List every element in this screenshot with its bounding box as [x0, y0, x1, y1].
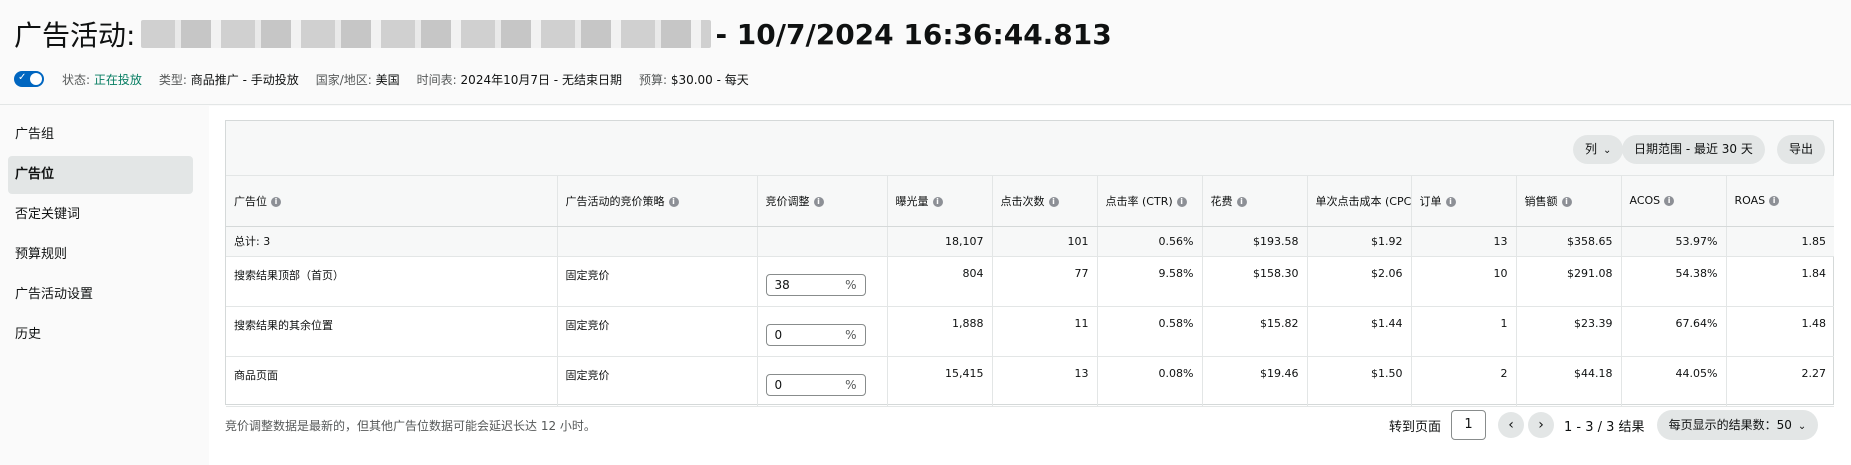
total-row: 总计: 3 18,107 101 0.56% $193.58 $1.92 13 … [226, 226, 1834, 257]
info-icon[interactable]: i [271, 196, 281, 207]
bid-strategy: 固定竞价 [557, 356, 758, 407]
table-toolbar: 列 ⌄ 日期范围 - 最近 30 天 导出 [226, 121, 1833, 176]
header-strategy[interactable]: 广告活动的竞价策略 i [557, 176, 758, 227]
total-acos: 53.97% [1621, 226, 1727, 257]
title-prefix: 广告活动: [14, 19, 136, 52]
total-impressions: 18,107 [887, 226, 993, 257]
total-ctr: 0.56% [1097, 226, 1203, 257]
table-row: 搜索结果的其余位置 固定竞价 0% 1,888 11 0.58% $15.82 … [226, 306, 1834, 357]
sidebar: 广告组 广告位 否定关键词 预算规则 广告活动设置 历史 [0, 106, 208, 465]
header-sales[interactable]: 销售额 i [1516, 176, 1622, 227]
total-orders: 13 [1411, 226, 1517, 257]
campaign-status-toggle[interactable]: ✓ [14, 71, 44, 87]
header-spend[interactable]: 花费 i [1202, 176, 1308, 227]
check-icon: ✓ [18, 72, 27, 83]
date-range-button[interactable]: 日期范围 - 最近 30 天 [1622, 135, 1765, 164]
table-row: 搜索结果顶部（首页） 固定竞价 38% 804 77 9.58% $158.30… [226, 256, 1834, 307]
main-content: 列 ⌄ 日期范围 - 最近 30 天 导出 广告位 i 广告活动的竞价策略 i 竞价调… [209, 106, 1851, 465]
total-roas: 1.85 [1726, 226, 1834, 257]
goto-page-label: 转到页面 [1389, 419, 1442, 435]
info-icon[interactable]: i [1048, 196, 1059, 207]
results-range: 1 - 3 / 3 结果 [1564, 419, 1645, 435]
placements-table: 广告位 i 广告活动的竞价策略 i 竞价调整 i 曝光量 i 点击次数 i 点击率 (CT… [226, 176, 1834, 407]
type-meta: 类型: 商品推广 - 手动投放 [158, 72, 299, 87]
header-impressions[interactable]: 曝光量 i [887, 176, 993, 227]
bid-strategy: 固定竞价 [557, 256, 758, 307]
header-placement[interactable]: 广告位 i [226, 176, 558, 227]
header-clicks[interactable]: 点击次数 i [992, 176, 1098, 227]
chevron-left-icon[interactable]: ‹ [1498, 412, 1525, 438]
columns-button[interactable]: 列 ⌄ [1573, 135, 1624, 164]
status-meta: 状态: 正在投放 [62, 72, 142, 87]
header-roas[interactable]: ROAS i [1726, 176, 1834, 227]
placement-name: 搜索结果顶部（首页） [226, 256, 558, 307]
sidebar-item-negative-keywords[interactable]: 否定关键词 [8, 196, 193, 234]
total-spend: $193.58 [1202, 226, 1308, 257]
info-icon[interactable]: i [1561, 196, 1572, 207]
header-orders[interactable]: 订单 i [1411, 176, 1517, 227]
info-icon[interactable]: i [1236, 196, 1247, 207]
sidebar-item-placements[interactable]: 广告位 [8, 156, 193, 194]
country-meta: 国家/地区: 美国 [315, 72, 400, 87]
export-button[interactable]: 导出 [1777, 135, 1826, 164]
total-sales: $358.65 [1516, 226, 1622, 257]
header-bid-adjust[interactable]: 竞价调整 i [757, 176, 888, 227]
table-row: 商品页面 固定竞价 0% 15,415 13 0.08% $19.46 $1.5… [226, 356, 1834, 407]
per-page-select[interactable]: 每页显示的结果数：50 ⌄ [1656, 410, 1819, 440]
campaign-meta: ✓ 状态: 正在投放 类型: 商品推广 - 手动投放 国家/地区: 美国 时间表… [14, 69, 766, 89]
info-icon[interactable]: i [813, 196, 824, 207]
header-ctr[interactable]: 点击率 (CTR) i [1097, 176, 1203, 227]
page-title: 广告活动: - 10/7/2024 16:36:44.813 [14, 14, 1112, 54]
bid-adjust-input[interactable]: 0% [765, 323, 866, 346]
sidebar-item-campaign-settings[interactable]: 广告活动设置 [8, 276, 193, 314]
table-header-row: 广告位 i 广告活动的竞价策略 i 竞价调整 i 曝光量 i 点击次数 i 点击率 (CT… [226, 176, 1834, 227]
sidebar-item-ad-groups[interactable]: 广告组 [8, 116, 193, 154]
header-cpc[interactable]: 单次点击成本 (CPC) [1307, 176, 1412, 227]
chevron-down-icon: ⌄ [1797, 421, 1807, 432]
status-badge: 正在投放 [93, 72, 142, 87]
header-acos[interactable]: ACOS i [1621, 176, 1727, 227]
bid-strategy: 固定竞价 [557, 306, 758, 357]
sidebar-item-history[interactable]: 历史 [8, 316, 193, 354]
placement-name: 商品页面 [226, 356, 558, 407]
schedule-meta: 时间表: 2024年10月7日 - 无结束日期 [416, 72, 622, 87]
info-icon[interactable]: i [1445, 196, 1456, 207]
total-clicks: 101 [992, 226, 1098, 257]
placements-table-card: 列 ⌄ 日期范围 - 最近 30 天 导出 广告位 i 广告活动的竞价策略 i 竞价调… [225, 120, 1834, 407]
chevron-right-icon[interactable]: › [1528, 412, 1555, 438]
info-icon[interactable]: i [1769, 196, 1780, 207]
page-number-input[interactable]: 1 [1451, 410, 1487, 440]
budget-meta: 预算: $30.00 - 每天 [638, 72, 749, 87]
redacted-campaign-name [141, 20, 712, 48]
bid-adjust-input[interactable]: 0% [765, 373, 866, 396]
bid-adjust-input[interactable]: 38% [765, 273, 866, 296]
pagination: 转到页面 1 ‹ › 1 - 3 / 3 结果 每页显示的结果数：50 ⌄ [1389, 409, 1819, 441]
info-icon[interactable]: i [1664, 196, 1675, 207]
chevron-down-icon: ⌄ [1603, 145, 1612, 156]
campaign-header: 广告活动: - 10/7/2024 16:36:44.813 ✓ 状态: 正在投… [0, 0, 1851, 105]
info-icon[interactable]: i [932, 196, 943, 207]
info-icon[interactable]: i [1176, 196, 1187, 207]
total-cpc: $1.92 [1307, 226, 1412, 257]
placement-name: 搜索结果的其余位置 [226, 306, 558, 357]
info-icon[interactable]: i [668, 196, 679, 207]
sidebar-item-budget-rules[interactable]: 预算规则 [8, 236, 193, 274]
title-timestamp: - 10/7/2024 16:36:44.813 [715, 17, 1112, 51]
data-delay-note: 竞价调整数据是最新的，但其他广告位数据可能会延迟长达 12 小时。 [225, 419, 596, 433]
total-label: 总计: 3 [226, 226, 558, 257]
